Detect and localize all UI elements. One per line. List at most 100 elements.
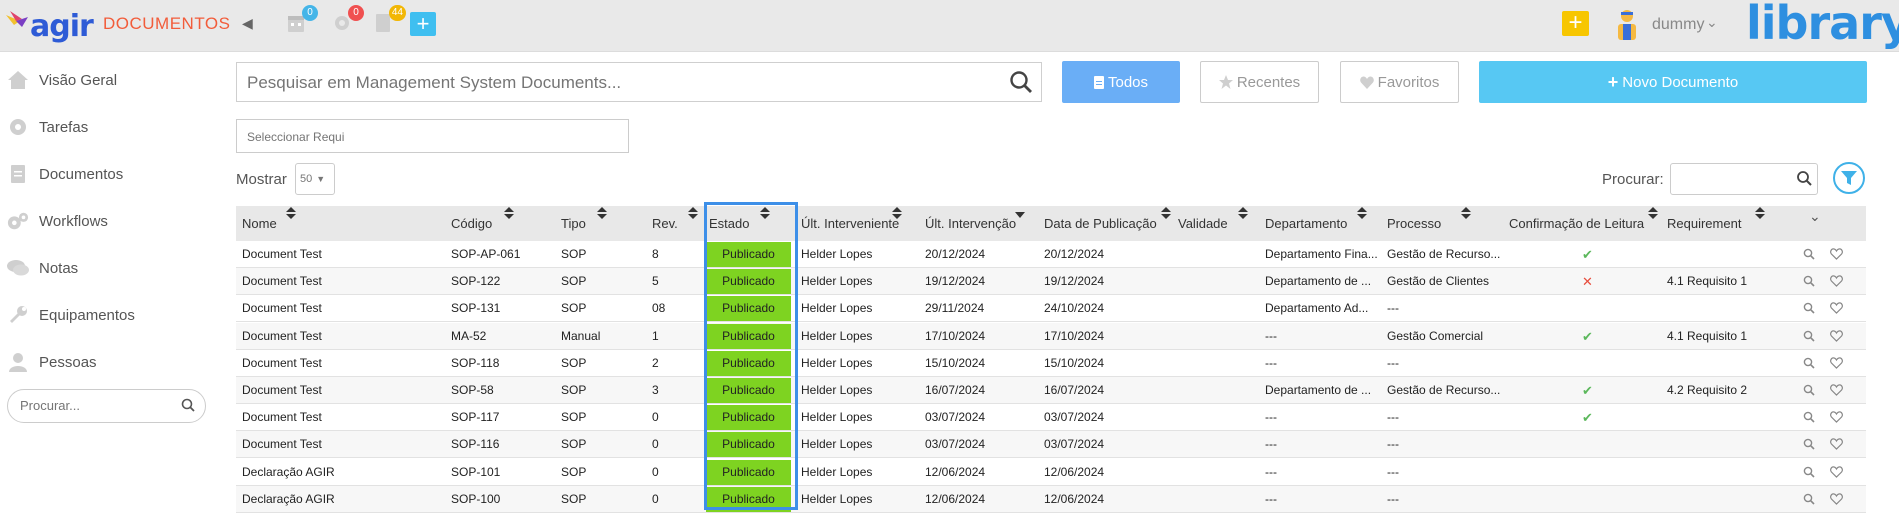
- table-row[interactable]: Declaração AGIR SOP-100 SOP 0 Helder Lopes 12…: [236, 485, 1866, 513]
- sort-icon[interactable]: [1015, 206, 1025, 224]
- table-search-input[interactable]: [1670, 163, 1818, 195]
- heart-icon[interactable]: [1830, 492, 1843, 510]
- collapse-sidebar-icon[interactable]: ◀: [242, 15, 253, 32]
- cell-nome: Document Test: [242, 410, 322, 425]
- search-icon[interactable]: [1803, 410, 1815, 428]
- sort-icon[interactable]: [1461, 206, 1471, 224]
- heart-icon[interactable]: [1830, 274, 1843, 292]
- status-badge: Publicado: [706, 269, 791, 295]
- search-icon[interactable]: [1796, 170, 1812, 191]
- avatar[interactable]: [1612, 8, 1642, 42]
- search-icon[interactable]: [1803, 356, 1815, 374]
- recentes-button[interactable]: Recentes: [1200, 61, 1319, 103]
- table-row[interactable]: Declaração AGIR SOP-101 SOP 0 Helder Lopes 12…: [236, 459, 1866, 486]
- documents-notifications[interactable]: 44: [374, 5, 406, 36]
- quick-add-button[interactable]: +: [410, 12, 436, 36]
- requirement-select-input[interactable]: [247, 130, 607, 144]
- cell-rev: 0: [652, 437, 659, 452]
- cell-departamento: ---: [1265, 410, 1277, 425]
- heart-icon[interactable]: [1830, 383, 1843, 401]
- chat-icon: [7, 257, 29, 279]
- table-row[interactable]: Document Test SOP-118 SOP 2 Helder Lopes 15/1…: [236, 350, 1866, 377]
- search-icon[interactable]: [1803, 465, 1815, 483]
- search-icon[interactable]: [1009, 70, 1033, 99]
- sidebar-item-documentos[interactable]: Documentos: [0, 154, 230, 194]
- favoritos-button[interactable]: Favoritos: [1340, 61, 1459, 103]
- table-row[interactable]: Document Test MA-52 Manual 1 Helder Lopes 17/…: [236, 322, 1866, 350]
- page-size-select[interactable]: 50 ▼: [295, 163, 335, 195]
- calendar-notifications[interactable]: 0: [286, 5, 318, 36]
- table-row[interactable]: Document Test SOP-122 SOP 5 Helder Lopes 19/1…: [236, 268, 1866, 296]
- table-row[interactable]: Document Test SOP-116 SOP 0 Helder Lopes 03/0…: [236, 431, 1866, 459]
- heart-icon[interactable]: [1830, 437, 1843, 455]
- search-icon[interactable]: [1803, 274, 1815, 292]
- search-icon[interactable]: [1803, 437, 1815, 455]
- heart-icon[interactable]: [1830, 247, 1843, 265]
- check-icon: ✔: [1582, 410, 1593, 426]
- sidebar: Visão Geral Tarefas Documentos Workflows…: [0, 52, 230, 511]
- sidebar-search[interactable]: [7, 389, 206, 423]
- tasks-notifications[interactable]: 0: [332, 5, 364, 36]
- sort-icon[interactable]: [1755, 206, 1765, 224]
- add-yellow-button[interactable]: +: [1562, 11, 1589, 36]
- sort-icon[interactable]: [504, 206, 514, 224]
- sidebar-item-equipamentos[interactable]: Equipamentos: [0, 295, 230, 335]
- sidebar-item-tarefas[interactable]: Tarefas: [0, 107, 230, 147]
- novo-documento-label: Novo Documento: [1622, 73, 1739, 91]
- document-search[interactable]: [236, 62, 1042, 102]
- status-badge: Publicado: [706, 323, 791, 349]
- sidebar-item-notas[interactable]: Notas: [0, 248, 230, 288]
- search-icon[interactable]: [1803, 301, 1815, 319]
- sidebar-item-label: Pessoas: [39, 353, 97, 371]
- sort-icon[interactable]: [760, 206, 770, 224]
- heart-icon[interactable]: [1830, 356, 1843, 374]
- search-icon[interactable]: [1803, 329, 1815, 347]
- sidebar-item-workflows[interactable]: Workflows: [0, 201, 230, 241]
- status-badge: Publicado: [706, 350, 791, 376]
- status-badge: Publicado: [706, 242, 791, 267]
- cell-publicacao: 12/06/2024: [1044, 491, 1105, 506]
- sort-icon[interactable]: [892, 206, 902, 224]
- user-name[interactable]: dummy: [1652, 16, 1704, 34]
- cell-departamento: Departamento Fina...: [1265, 247, 1378, 261]
- search-icon[interactable]: [1803, 247, 1815, 265]
- filter-button[interactable]: [1833, 162, 1865, 194]
- cell-processo: ---: [1387, 491, 1399, 506]
- col-header-confirmacao[interactable]: Confirmação de Leitura: [1503, 206, 1661, 241]
- chevron-down-icon[interactable]: ⌄: [1809, 208, 1821, 225]
- cell-validade: [1172, 295, 1178, 322]
- todos-button[interactable]: Todos: [1062, 61, 1180, 103]
- table-row[interactable]: Document Test SOP-58 SOP 3 Helder Lopes 16/07…: [236, 377, 1866, 404]
- sidebar-search-input[interactable]: [20, 398, 170, 413]
- chevron-down-icon[interactable]: ⌄: [1706, 14, 1718, 31]
- search-icon[interactable]: [1803, 383, 1815, 401]
- sort-icon[interactable]: [597, 206, 607, 224]
- requirement-select[interactable]: [236, 119, 629, 153]
- heart-icon[interactable]: [1830, 465, 1843, 483]
- app-logo[interactable]: agir: [6, 4, 94, 48]
- document-search-input[interactable]: [247, 73, 967, 93]
- sidebar-item-pessoas[interactable]: Pessoas: [0, 342, 230, 382]
- search-icon[interactable]: [181, 398, 195, 417]
- heart-icon[interactable]: [1830, 410, 1843, 428]
- search-icon[interactable]: [1803, 492, 1815, 510]
- sort-icon[interactable]: [1648, 206, 1658, 224]
- table-row[interactable]: Document Test SOP-117 SOP 0 Helder Lopes 03/0…: [236, 404, 1866, 432]
- sort-icon[interactable]: [286, 206, 296, 224]
- col-header-estado[interactable]: Estado: [703, 206, 793, 241]
- col-header-processo[interactable]: Processo: [1381, 206, 1503, 241]
- sort-icon[interactable]: [1161, 206, 1171, 224]
- sort-icon[interactable]: [688, 206, 698, 224]
- sidebar-item-visao-geral[interactable]: Visão Geral: [0, 60, 230, 100]
- novo-documento-button[interactable]: + Novo Documento: [1479, 61, 1867, 103]
- sort-icon[interactable]: [1238, 206, 1248, 224]
- heart-icon[interactable]: [1830, 329, 1843, 347]
- table-row[interactable]: Document Test SOP-AP-061 SOP 8 Helder Lopes 2…: [236, 241, 1866, 268]
- col-header-codigo[interactable]: Código: [445, 206, 555, 241]
- heart-icon[interactable]: [1830, 301, 1843, 319]
- sort-icon[interactable]: [1357, 206, 1367, 224]
- table-row[interactable]: Document Test SOP-131 SOP 08 Helder Lopes 29/…: [236, 295, 1866, 323]
- col-header-publicacao[interactable]: Data de Publicação: [1038, 206, 1172, 241]
- person-icon: [7, 351, 29, 373]
- col-header-nome[interactable]: Nome: [236, 206, 445, 241]
